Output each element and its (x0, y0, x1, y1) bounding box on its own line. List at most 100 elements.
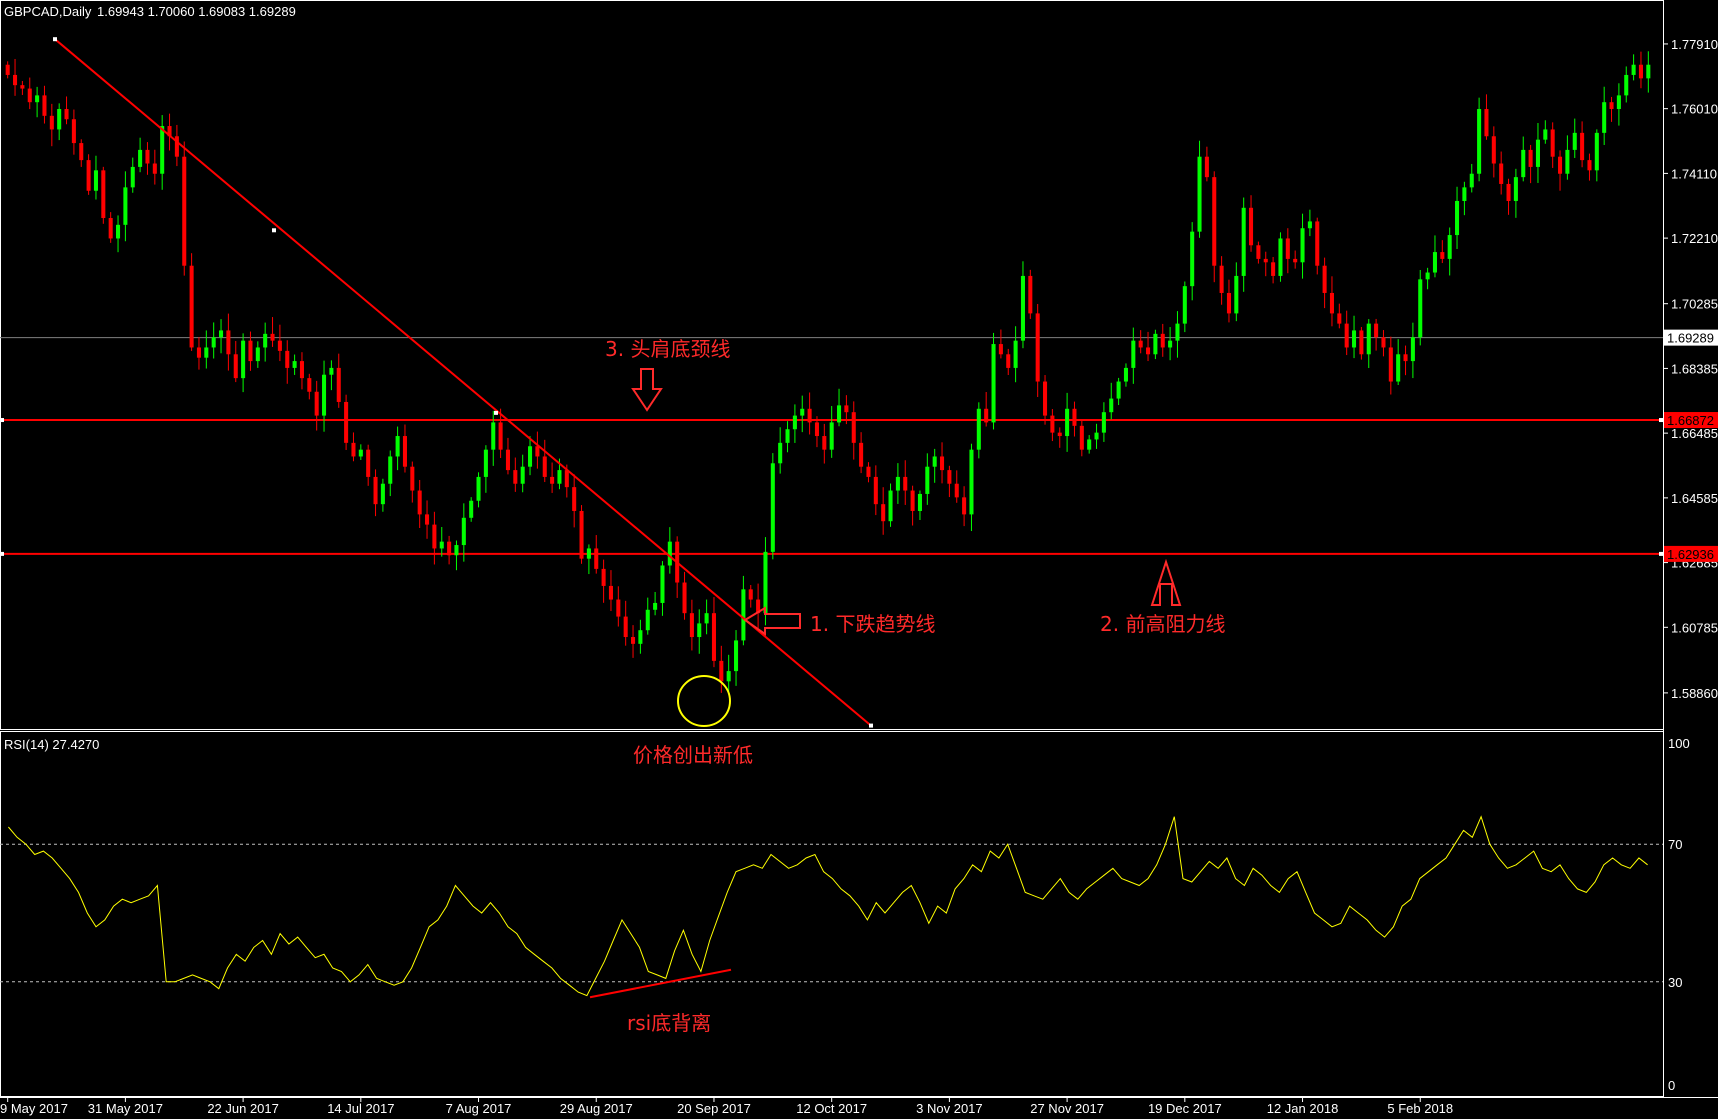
candle-body (1646, 64, 1651, 79)
candle-body (130, 166, 135, 188)
candle-body (93, 170, 98, 191)
candle-body (616, 599, 621, 617)
candle-body (1138, 340, 1143, 348)
price-tick-label: 1.76010 (1671, 102, 1718, 117)
candle-body (940, 456, 945, 471)
candle-body (395, 436, 400, 457)
chart-header-symbol: GBPCAD,Daily (4, 4, 92, 19)
candle-body (1043, 381, 1048, 416)
candle-body (719, 660, 724, 682)
candle-body (417, 490, 422, 515)
candle-body (219, 330, 224, 338)
candle-body (1263, 258, 1268, 263)
time-tick-label: 20 Sep 2017 (677, 1101, 751, 1116)
candle-body (998, 344, 1003, 355)
candle-body (491, 422, 496, 450)
candle-body (903, 476, 908, 491)
candle-body (1366, 323, 1371, 355)
time-tick-label: 27 Nov 2017 (1030, 1101, 1104, 1116)
candle-body (1278, 238, 1283, 276)
chart-canvas[interactable]: 1.77910 1.76010 1.74110 1.72210 1.70285 1.683… (0, 0, 1718, 1119)
candle-body (763, 551, 768, 614)
candle-body (726, 671, 731, 682)
candle-body (1234, 275, 1239, 314)
candle-body (1587, 160, 1592, 171)
candle-body (601, 568, 606, 586)
candle-body (344, 401, 349, 443)
candle-body (1344, 323, 1349, 348)
candle-body (557, 470, 562, 484)
candle-body (1602, 102, 1607, 133)
candle-body (1455, 200, 1460, 236)
candle-body (79, 143, 84, 161)
candle-body (123, 187, 128, 225)
candle-body (1182, 286, 1187, 324)
new-low-label: 价格创出新低 (633, 743, 753, 767)
chart-window: 1.77910 1.76010 1.74110 1.72210 1.70285 1.683… (0, 0, 1718, 1119)
candle-body (1396, 354, 1401, 382)
time-axis: 9 May 2017 31 May 2017 22 Jun 2017 14 Jul 2… (0, 1097, 1453, 1116)
candle-body (1109, 398, 1114, 413)
candle-body (881, 504, 886, 522)
candle-body (1006, 354, 1011, 368)
candle-body (623, 616, 628, 638)
price-tick-label: 1.64585 (1671, 491, 1718, 506)
candle-body (241, 340, 246, 379)
candle-body (1594, 132, 1599, 171)
candle-body (1153, 333, 1158, 355)
candle-body (314, 391, 319, 416)
candle-body (42, 95, 47, 116)
rsi-tick-label: 30 (1668, 975, 1682, 990)
candle-body (572, 487, 577, 511)
candle-body (498, 422, 503, 450)
candle-body (822, 436, 827, 450)
candle-body (984, 408, 989, 423)
candle-body (366, 449, 371, 477)
candle-body (954, 483, 959, 498)
candle-body (895, 476, 900, 491)
price-tick-label: 1.68385 (1671, 361, 1718, 376)
candle-body (1146, 347, 1151, 355)
rsi-header: RSI(14) 27.4270 (4, 737, 99, 752)
price-tick-label: 1.70285 (1671, 297, 1718, 312)
candle-body (1550, 129, 1555, 157)
downtrend-label: 1. 下跌趋势线 (810, 612, 935, 636)
candle-body (226, 330, 231, 355)
candle-body (1307, 221, 1312, 229)
candle-body (454, 545, 459, 556)
level-anchor (0, 418, 4, 423)
candle-body (64, 109, 69, 120)
candle-body (461, 517, 466, 546)
candle-body (697, 623, 702, 638)
time-tick-label: 5 Feb 2018 (1387, 1101, 1453, 1116)
candle-body (1219, 265, 1224, 293)
candle-body (189, 265, 194, 348)
candle-body (380, 483, 385, 505)
candle-body (859, 442, 864, 467)
resistance-label: 2. 前高阻力线 (1100, 612, 1225, 636)
candle-body (807, 408, 812, 423)
level-price-label: 1.62936 (1667, 547, 1714, 562)
candle-body (873, 476, 878, 505)
candle-body (947, 470, 952, 484)
candle-body (13, 74, 18, 86)
candle-body (1131, 340, 1136, 368)
candle-body (520, 466, 525, 484)
candle-body (196, 347, 201, 358)
candle-body (5, 64, 10, 75)
candle-body (483, 449, 488, 477)
candle-body (432, 524, 437, 549)
candle-body (1322, 265, 1327, 293)
candle-body (1315, 221, 1320, 266)
rsi-divergence-line[interactable] (589, 968, 732, 999)
candle-body (1638, 64, 1643, 79)
candle-body (910, 490, 915, 511)
candle-body (1565, 149, 1570, 174)
candle-body (741, 589, 746, 641)
candle-body (307, 378, 312, 392)
level-price-label: 1.66872 (1667, 413, 1714, 428)
candle-body (962, 497, 967, 515)
candle-body (1160, 333, 1165, 348)
candle-body (358, 449, 363, 457)
left-arrow-icon (743, 606, 801, 636)
